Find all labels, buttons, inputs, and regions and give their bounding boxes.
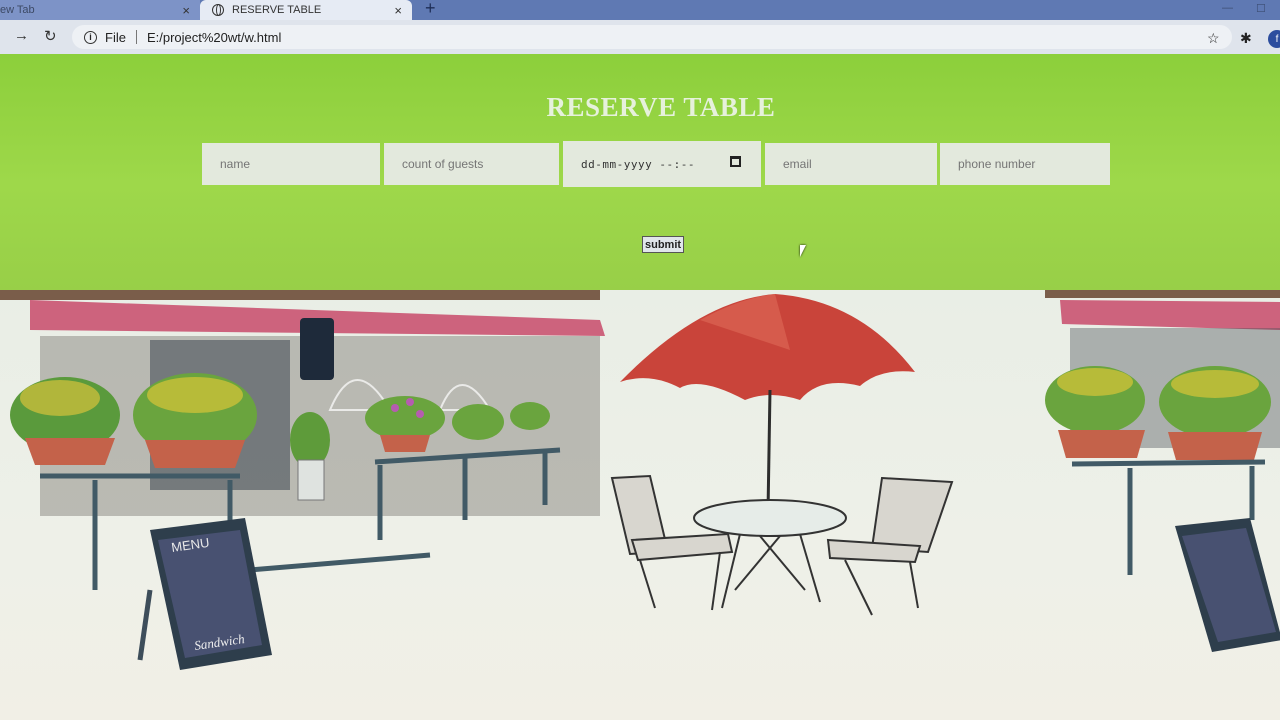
- info-icon[interactable]: i: [84, 30, 97, 44]
- submit-button[interactable]: submit: [642, 236, 685, 253]
- address-scheme-label: File: [105, 29, 126, 45]
- cafe-illustration: MENU Sandwich: [0, 290, 1280, 720]
- close-icon[interactable]: ×: [394, 3, 402, 18]
- datetime-placeholder: dd-mm-yyyy --:--: [581, 157, 695, 171]
- name-input[interactable]: [202, 143, 380, 185]
- bookmark-star-icon[interactable]: ☆: [1207, 30, 1220, 47]
- tab-label: RESERVE TABLE: [232, 4, 322, 16]
- globe-icon: [212, 4, 224, 16]
- profile-avatar[interactable]: f: [1268, 30, 1280, 48]
- right-storefront: [1045, 290, 1280, 652]
- page-title: RESERVE TABLE: [546, 92, 776, 122]
- reservation-header: RESERVE TABLE dd-mm-yyyy --:-- submit: [0, 54, 1280, 290]
- umbrella-table: [610, 294, 954, 616]
- email-input[interactable]: [765, 143, 937, 185]
- cafe-scene: MENU Sandwich: [0, 290, 1280, 670]
- address-separator: [135, 30, 137, 44]
- address-url[interactable]: E:/project%20wt/w.html: [147, 30, 281, 45]
- close-icon[interactable]: ×: [182, 3, 190, 18]
- new-tab-button[interactable]: +: [425, 0, 436, 19]
- phone-input[interactable]: [940, 143, 1110, 185]
- extensions-icon[interactable]: ✱: [1240, 30, 1252, 47]
- minimize-icon[interactable]: —: [1222, 2, 1233, 14]
- reload-icon[interactable]: ↻: [44, 27, 57, 45]
- web-page: RESERVE TABLE dd-mm-yyyy --:-- submit: [0, 54, 1280, 720]
- left-chair: [610, 474, 734, 611]
- datetime-input[interactable]: dd-mm-yyyy --:--: [563, 141, 761, 187]
- tab-strip: ew Tab × RESERVE TABLE × + — ☐: [0, 0, 1280, 20]
- tab-label: ew Tab: [0, 4, 35, 16]
- browser-window: ew Tab × RESERVE TABLE × + — ☐ → ↻ i Fil…: [0, 0, 1280, 720]
- tab-new-tab[interactable]: ew Tab ×: [0, 0, 200, 20]
- mouse-cursor-icon: [800, 245, 806, 257]
- forward-icon[interactable]: →: [14, 27, 29, 44]
- guest-count-input[interactable]: [384, 143, 559, 185]
- maximize-icon[interactable]: ☐: [1256, 2, 1266, 15]
- calendar-icon[interactable]: [730, 156, 741, 167]
- address-bar[interactable]: i File E:/project%20wt/w.html: [72, 25, 1232, 49]
- right-chair: [826, 476, 954, 616]
- menu-board: MENU Sandwich: [137, 518, 272, 670]
- tab-reserve-table[interactable]: RESERVE TABLE ×: [200, 0, 412, 20]
